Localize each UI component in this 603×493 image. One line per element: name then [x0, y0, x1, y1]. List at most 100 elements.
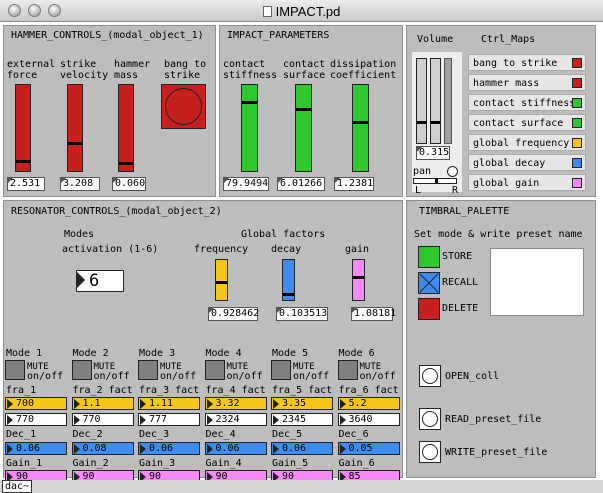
global-decay-knob[interactable] — [283, 293, 294, 296]
surface-slider[interactable] — [295, 84, 312, 172]
volume-title: Volume — [417, 34, 454, 45]
dissipation-slider[interactable] — [352, 84, 369, 172]
fra-hz-box: 770 — [5, 413, 67, 426]
surface-label-2: surface — [283, 70, 326, 81]
mute-toggle[interactable] — [204, 360, 225, 380]
stiffness-slider-knob[interactable] — [242, 101, 257, 104]
store-button[interactable] — [418, 246, 440, 268]
ctrl-map-toggle[interactable] — [572, 118, 582, 128]
ctrl-map-global-decay[interactable]: global decay — [468, 154, 586, 171]
mass-slider[interactable] — [118, 84, 134, 172]
ctrl-map-contact-surface[interactable]: contact surface — [468, 114, 586, 131]
stiffness-slider[interactable] — [241, 84, 258, 172]
velocity-slider-knob[interactable] — [68, 142, 82, 145]
ctrl-map-toggle[interactable] — [572, 98, 582, 108]
bang-to-strike-button[interactable] — [161, 84, 206, 129]
preset-name-list[interactable] — [490, 248, 584, 316]
timbral-subtitle: Set mode & write preset name — [414, 229, 583, 240]
stiffness-number[interactable]: 79.9494 — [223, 177, 269, 191]
mass-number[interactable]: 0.060 — [112, 177, 146, 191]
global-frequency-slider[interactable] — [215, 259, 228, 301]
stiffness-label: contact — [223, 59, 266, 70]
dissipation-label-2: coefficient — [330, 70, 397, 81]
ctrl-map-toggle[interactable] — [572, 78, 582, 88]
ctrl-map-hammer-mass[interactable]: hammer mass — [468, 74, 586, 91]
window-title-text: IMPACT.pd — [275, 4, 341, 19]
fra-factor-box[interactable]: 700 — [5, 397, 67, 410]
ctrl-map-global-gain[interactable]: global gain — [468, 174, 586, 191]
volume-left-slider[interactable] — [416, 58, 427, 144]
fra-factor-box[interactable]: 5.2 — [337, 397, 400, 410]
read-preset-label: READ_preset_file — [445, 414, 542, 425]
surface-slider-knob[interactable] — [296, 108, 311, 111]
global-gain-number[interactable]: 1.08181 — [351, 307, 396, 321]
patch-canvas: HAMMER_CONTROLS_(modal_object_1) externa… — [0, 22, 603, 483]
dissipation-number[interactable]: 1.2381 — [334, 177, 374, 191]
mode-name: Mode 6 — [338, 348, 375, 359]
force-slider-knob[interactable] — [16, 160, 30, 163]
ctrl-map-bang-to-strike[interactable]: bang to strike — [468, 54, 586, 71]
decay-label: decay — [271, 244, 302, 255]
dissipation-label: dissipation — [330, 59, 397, 70]
pan-left-label: L — [415, 185, 422, 196]
mass-slider-knob[interactable] — [119, 162, 133, 165]
force-number[interactable]: 2.531 — [7, 177, 45, 191]
ctrl-map-global-frequency[interactable]: global frequency — [468, 134, 586, 151]
global-frequency-knob[interactable] — [216, 281, 227, 284]
global-decay-number[interactable]: 0.103513 — [276, 307, 328, 321]
force-slider[interactable] — [15, 84, 31, 172]
fra-factor-box[interactable]: 1.1 — [71, 397, 134, 410]
global-gain-knob[interactable] — [353, 276, 364, 279]
volume-right-knob[interactable] — [431, 121, 440, 124]
onoff-label: on/off — [359, 371, 396, 382]
global-frequency-number[interactable]: 0.928462 — [208, 307, 259, 321]
recall-cross-icon — [419, 273, 439, 293]
surface-number[interactable]: 6.01266 — [277, 177, 325, 191]
fra-factor-box[interactable]: 3.32 — [204, 397, 267, 410]
ctrl-map-toggle[interactable] — [572, 158, 582, 168]
global-gain-slider[interactable] — [352, 259, 365, 301]
ctrl-map-contact-stiffness[interactable]: contact stiffness — [468, 94, 586, 111]
fra-factor-box[interactable]: 1.11 — [138, 397, 200, 410]
write-preset-bang[interactable] — [419, 441, 441, 463]
dissipation-slider-knob[interactable] — [353, 121, 368, 124]
pan-slider[interactable] — [413, 178, 457, 184]
mute-toggle[interactable] — [5, 360, 25, 380]
pan-bang[interactable] — [447, 166, 458, 177]
fra-label: fra_2 fact — [72, 385, 133, 396]
mute-toggle[interactable] — [271, 360, 291, 380]
volume-right-slider[interactable] — [430, 58, 441, 144]
mute-toggle[interactable] — [138, 360, 158, 380]
decay-box[interactable]: 0.06 — [271, 442, 333, 455]
velocity-number[interactable]: 3.208 — [60, 177, 100, 191]
ctrl-map-toggle[interactable] — [572, 178, 582, 188]
fra-factor-box[interactable]: 3.35 — [271, 397, 333, 410]
decay-box[interactable]: 0.05 — [337, 442, 400, 455]
velocity-slider[interactable] — [67, 84, 83, 172]
onoff-label: on/off — [226, 371, 263, 382]
ctrl-map-toggle[interactable] — [572, 138, 582, 148]
window-title: IMPACT.pd — [0, 4, 603, 19]
pan-knob[interactable] — [435, 179, 438, 183]
open-coll-bang[interactable] — [419, 365, 441, 387]
decay-box[interactable]: 0.06 — [5, 442, 67, 455]
mute-toggle[interactable] — [337, 360, 358, 380]
volume-left-knob[interactable] — [417, 121, 426, 124]
mute-toggle[interactable] — [71, 360, 92, 380]
delete-button[interactable] — [418, 298, 440, 320]
force-label: external — [7, 59, 56, 70]
ctrl-map-toggle[interactable] — [572, 58, 582, 68]
volume-meter — [444, 58, 452, 144]
impact-parameters-panel: IMPACT_PARAMETERS contact stiffness cont… — [219, 25, 403, 197]
decay-box[interactable]: 0.06 — [138, 442, 200, 455]
dac-object[interactable]: dac~ — [2, 480, 33, 493]
volume-number[interactable]: 0.315 — [416, 146, 450, 160]
global-decay-slider[interactable] — [282, 259, 295, 301]
decay-box[interactable]: 0.06 — [204, 442, 267, 455]
frequency-label: frequency — [194, 244, 249, 255]
read-preset-bang[interactable] — [419, 408, 441, 430]
decay-box[interactable]: 0.08 — [71, 442, 134, 455]
recall-button[interactable] — [418, 272, 440, 294]
ctrl-map-label: global gain — [473, 178, 540, 189]
pan-right-label: R — [452, 185, 459, 196]
